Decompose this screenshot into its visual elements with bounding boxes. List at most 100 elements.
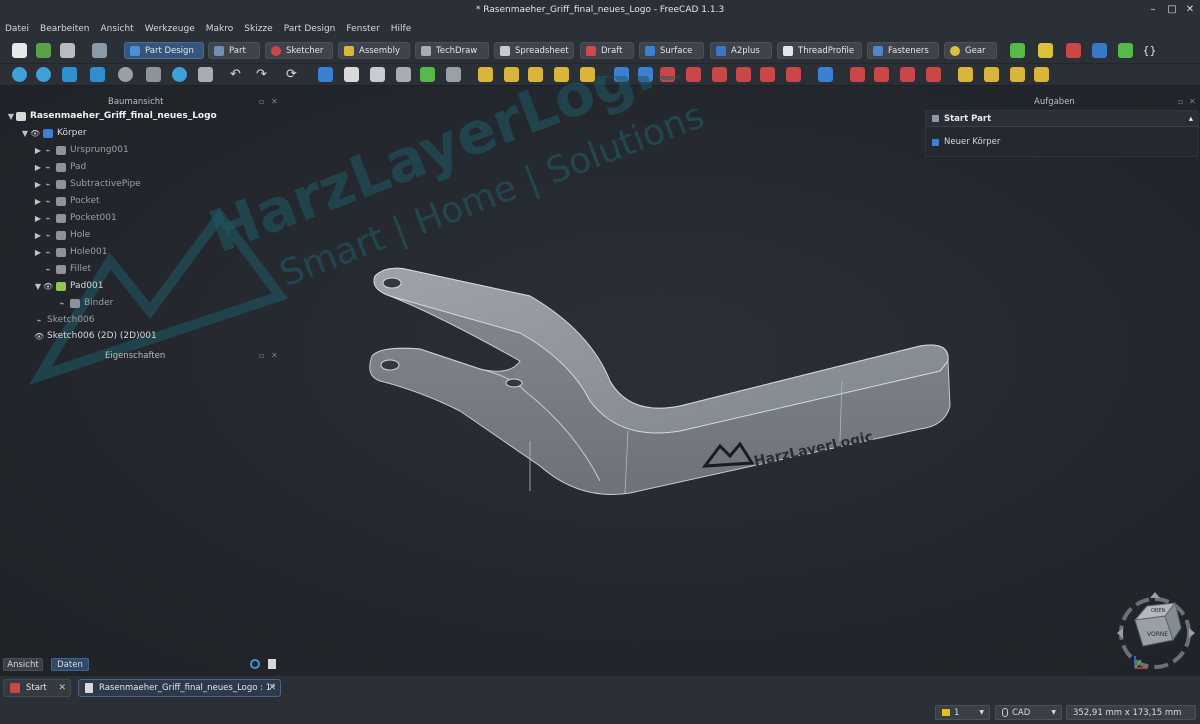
pocket-icon[interactable] [614, 67, 629, 82]
tab-daten[interactable]: Daten [51, 658, 89, 671]
property-filter-icon[interactable] [250, 659, 260, 669]
tree-item-document[interactable]: ▼ Rasenmaeher_Griff_final_neues_Logo [6, 108, 217, 124]
bounding-box-icon[interactable] [146, 67, 161, 82]
folder-icon[interactable] [1092, 43, 1107, 58]
create-part-icon[interactable] [1010, 43, 1025, 58]
linear-pattern-icon[interactable] [958, 67, 973, 82]
expand-arrow-icon[interactable]: ▶ [33, 146, 43, 155]
subtractive-primitive-icon[interactable] [760, 67, 775, 82]
pad-icon[interactable] [478, 67, 493, 82]
tab-ansicht[interactable]: Ansicht [3, 658, 43, 671]
workbench-fasteners[interactable]: Fasteners [867, 42, 939, 59]
tasks-panel-close-icon[interactable]: ✕ [1189, 97, 1196, 106]
menu-makro[interactable]: Makro [206, 24, 234, 34]
shape-binder-icon[interactable] [420, 67, 435, 82]
tree-item-hole001[interactable]: ▶ ⌁ Hole001 [33, 244, 108, 260]
workbench-a2plus[interactable]: A2plus [710, 42, 772, 59]
measure-distance-icon[interactable] [198, 67, 213, 82]
expand-arrow-icon[interactable]: ▶ [33, 197, 43, 206]
subtractive-pipe-icon[interactable] [712, 67, 727, 82]
menu-hilfe[interactable]: Hilfe [391, 24, 411, 34]
tree-item-hole[interactable]: ▶ ⌁ Hole [33, 227, 90, 243]
whats-this-icon[interactable] [92, 43, 107, 58]
groove-icon[interactable] [660, 67, 675, 82]
menu-ansicht[interactable]: Ansicht [100, 24, 133, 34]
undo-icon[interactable]: ↶ [230, 67, 245, 82]
workbench-gear[interactable]: Gear [944, 42, 997, 59]
isometric-view-icon[interactable] [62, 67, 77, 82]
polar-pattern-icon[interactable] [984, 67, 999, 82]
menu-skizze[interactable]: Skizze [244, 24, 272, 34]
open-document-icon[interactable] [36, 43, 51, 58]
expand-arrow-icon[interactable]: ▶ [33, 231, 43, 240]
workbench-sketcher[interactable]: Sketcher [265, 42, 333, 59]
task-header[interactable]: Start Part ▴ [926, 111, 1199, 127]
property-document-icon[interactable] [268, 659, 276, 669]
properties-panel-float-icon[interactable]: ▫ [259, 351, 264, 360]
menu-datei[interactable]: Datei [5, 24, 29, 34]
tree-item-fillet[interactable]: ⌁ Fillet [43, 261, 92, 277]
workbench-part[interactable]: Part [208, 42, 260, 59]
menu-fenster[interactable]: Fenster [346, 24, 379, 34]
new-document-icon[interactable] [12, 43, 27, 58]
hidden-eye-icon[interactable]: ⌁ [43, 163, 53, 172]
close-icon[interactable]: ✕ [1183, 3, 1197, 17]
subtractive-loft-icon[interactable] [686, 67, 701, 82]
visibility-eye-icon[interactable]: 👁 [30, 129, 40, 138]
tree-item-sketch006[interactable]: ⌁ Sketch006 [34, 312, 95, 328]
hidden-eye-icon[interactable]: ⌁ [43, 231, 53, 240]
page-indicator[interactable]: 1 ▼ [935, 705, 990, 720]
body-icon[interactable] [318, 67, 333, 82]
fit-selection-icon[interactable] [36, 67, 51, 82]
datum-icon[interactable] [1066, 43, 1081, 58]
tree-item-origin[interactable]: ▶ ⌁ Ursprung001 [33, 142, 129, 158]
new-body-action[interactable]: Neuer Körper [932, 137, 1000, 147]
validate-sketch-icon[interactable] [370, 67, 385, 82]
hidden-eye-icon[interactable]: ⌁ [43, 197, 53, 206]
boolean-icon[interactable] [1034, 67, 1049, 82]
revolution-icon[interactable] [504, 67, 519, 82]
tree-item-pocket[interactable]: ▶ ⌁ Pocket [33, 193, 100, 209]
hidden-eye-icon[interactable]: ⌁ [43, 180, 53, 189]
tree-item-sketch006-2d[interactable]: 👁 Sketch006 (2D) (2D)001 [34, 328, 157, 344]
close-tab-icon[interactable]: ✕ [58, 683, 66, 693]
tree-item-binder[interactable]: ⌁ Binder [57, 295, 114, 311]
workbench-draft[interactable]: Draft [580, 42, 634, 59]
navigation-style-select[interactable]: CAD ▼ [995, 705, 1062, 720]
link-icon[interactable] [1118, 43, 1133, 58]
collapse-arrow-icon[interactable]: ▼ [20, 129, 30, 138]
close-tab-icon[interactable]: ✕ [268, 683, 276, 693]
additive-primitive-icon[interactable] [580, 67, 595, 82]
menu-werkzeuge[interactable]: Werkzeuge [145, 24, 195, 34]
redo-icon[interactable]: ↷ [256, 67, 271, 82]
collapse-arrow-icon[interactable]: ▼ [33, 282, 43, 291]
fillet-icon[interactable] [850, 67, 865, 82]
menu-bearbeiten[interactable]: Bearbeiten [40, 24, 89, 34]
workbench-surface[interactable]: Surface [639, 42, 704, 59]
expand-arrow-icon[interactable]: ▶ [33, 180, 43, 189]
workbench-techdraw[interactable]: TechDraw [415, 42, 489, 59]
doc-tab-model[interactable]: Rasenmaeher_Griff_final_neues_Logo : 1* … [78, 679, 281, 697]
visibility-eye-icon[interactable]: 👁 [34, 332, 44, 341]
chamfer-icon[interactable] [874, 67, 889, 82]
tree-panel-float-icon[interactable]: ▫ [259, 97, 264, 106]
mirrored-icon[interactable] [818, 67, 833, 82]
expand-arrow-icon[interactable]: ▶ [33, 214, 43, 223]
expand-arrow-icon[interactable]: ▶ [33, 248, 43, 257]
save-icon[interactable] [60, 43, 75, 58]
menu-part-design[interactable]: Part Design [284, 24, 336, 34]
hidden-eye-icon[interactable]: ⌁ [43, 146, 53, 155]
zoom-box-icon[interactable] [172, 67, 187, 82]
tasks-panel-float-icon[interactable]: ▫ [1178, 97, 1183, 106]
draft-feature-icon[interactable] [900, 67, 915, 82]
maximize-icon[interactable]: □ [1165, 3, 1179, 17]
collapse-arrow-icon[interactable]: ▼ [6, 112, 16, 121]
tree-item-body[interactable]: ▼ 👁 Körper [20, 125, 87, 141]
tree-item-subtractivepipe[interactable]: ▶ ⌁ SubtractivePipe [33, 176, 141, 192]
hidden-eye-icon[interactable]: ⌁ [57, 299, 67, 308]
draw-style-icon[interactable] [118, 67, 133, 82]
datum-point-icon[interactable] [396, 67, 411, 82]
tree-item-pad[interactable]: ▶ ⌁ Pad [33, 159, 86, 175]
hidden-eye-icon[interactable]: ⌁ [43, 265, 53, 274]
properties-panel-close-icon[interactable]: ✕ [271, 351, 278, 360]
